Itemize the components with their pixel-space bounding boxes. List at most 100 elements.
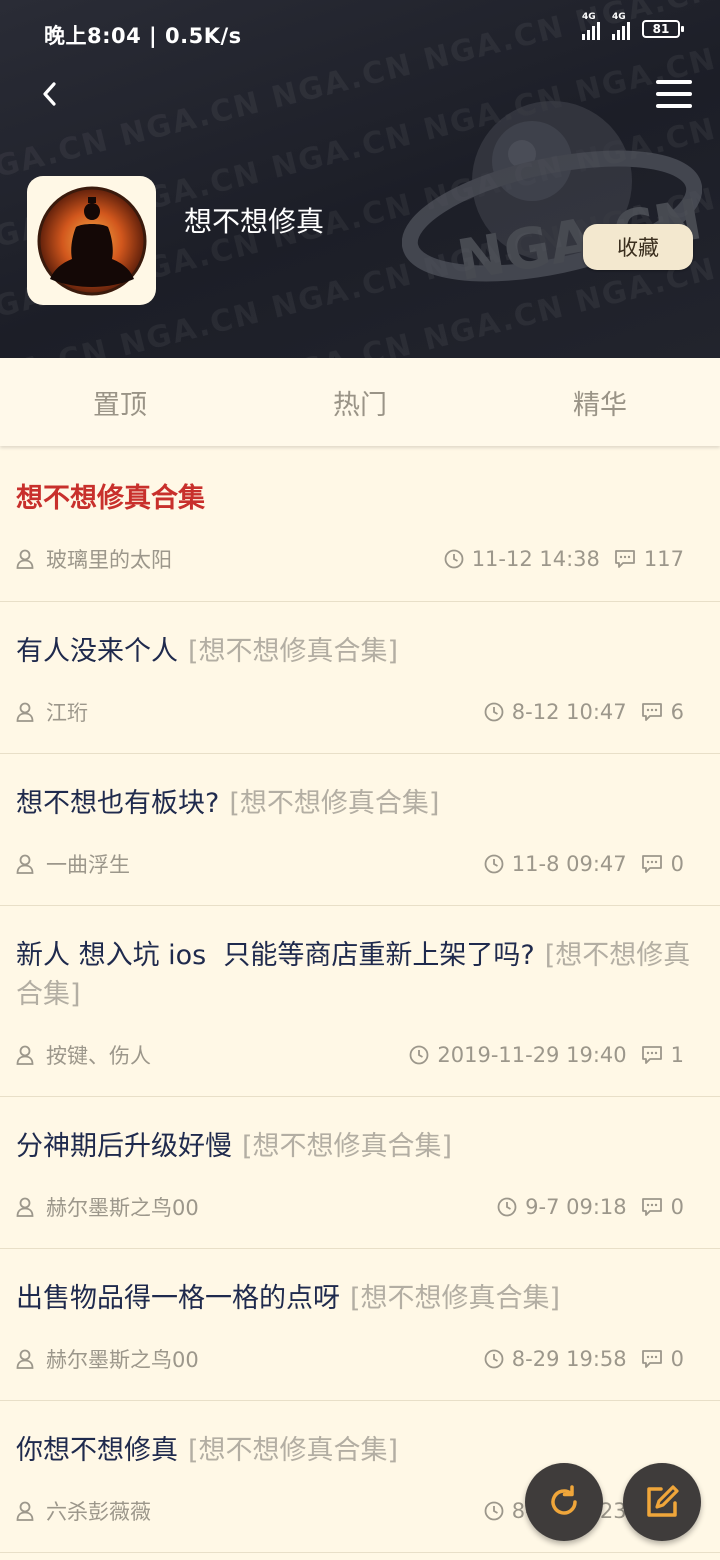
clock-icon — [484, 1349, 504, 1369]
post-title: 想不想也有板块? [想不想修真合集] — [16, 784, 692, 823]
post-meta: 江珩 8-12 10:47 6 — [16, 697, 684, 727]
post-meta: 玻璃里的太阳 11-12 14:38 117 — [16, 544, 684, 574]
signal-icon: 4G — [582, 12, 600, 40]
favorite-button[interactable]: 收藏 — [583, 224, 693, 270]
back-button[interactable] — [30, 74, 70, 114]
post-time: 8-12 10:47 — [511, 700, 627, 724]
clock-icon — [409, 1045, 429, 1065]
post-item[interactable]: 出售物品得一格一格的点呀 [想不想修真合集] 赫尔墨斯之鸟00 8-29 19:5… — [0, 1249, 720, 1401]
author-name: 六杀彭薇薇 — [46, 1500, 151, 1524]
post-category-tag: [想不想修真合集] — [242, 1131, 453, 1162]
network-speed: 0.5K/s — [165, 24, 242, 48]
post-stats: 11-12 14:38 117 — [444, 547, 684, 571]
menu-button[interactable] — [656, 74, 692, 114]
post-item[interactable]: 有人没来个人 [想不想修真合集] 江珩 8-12 10:47 6 — [0, 602, 720, 754]
post-item[interactable]: 新人 想入坑 ios 只能等商店重新上架了吗? [想不想修真合集] 按键、伤人 2… — [0, 906, 720, 1097]
post-category-tag: [想不想修真合集] — [188, 1435, 399, 1466]
nga-planet-logo: NGA.CN — [402, 101, 702, 294]
status-bar: 晚上8:04 | 0.5K/s 4G 4G 81 — [0, 0, 720, 66]
forum-header: NGA.CN NGA.CN NGA.CN NGA.CN NGA.CN NGA.C… — [0, 0, 720, 358]
reply-count: 117 — [643, 547, 684, 571]
post-time: 2019-11-29 19:40 — [437, 1043, 627, 1067]
post-title: 你想不想修真 [想不想修真合集] — [16, 1431, 692, 1470]
post-title-text: 想不想也有板块? — [16, 788, 220, 819]
post-title-text: 出售物品得一格一格的点呀 — [16, 1283, 340, 1314]
post-category-tag: [想不想修真合集] — [188, 636, 399, 667]
post-meta: 赫尔墨斯之鸟00 9-7 09:18 0 — [16, 1192, 684, 1222]
post-title-text: 有人没来个人 — [16, 636, 178, 667]
author-name: 赫尔墨斯之鸟00 — [46, 1348, 199, 1372]
tab-pinned[interactable]: 置顶 — [0, 358, 240, 446]
comment-icon — [641, 703, 662, 721]
author-name: 赫尔墨斯之鸟00 — [46, 1196, 199, 1220]
post-author: 一曲浮生 — [16, 849, 484, 879]
post-time: 11-12 14:38 — [471, 547, 600, 571]
comment-icon — [615, 550, 635, 568]
post-category-tag: [想不想修真合集] — [229, 788, 440, 819]
post-stats: 9-7 09:18 0 — [497, 1195, 684, 1219]
comment-icon — [641, 1350, 662, 1368]
post-item[interactable]: 你想不想修真[想不想修真合集] 六杀彭薇薇 8-25 21:23 0 — [0, 1401, 720, 1553]
post-stats: 8-12 10:47 6 — [484, 700, 684, 724]
user-icon — [16, 549, 34, 569]
meditating-figure-icon — [37, 186, 146, 295]
post-title-text: 你想不想修真 — [16, 1435, 178, 1466]
post-time: 8-29 19:58 — [511, 1347, 627, 1371]
post-item[interactable]: 想不想也有板块? [想不想修真合集] 一曲浮生 11-8 09:47 0 — [0, 754, 720, 906]
post-title: 出售物品得一格一格的点呀 [想不想修真合集] — [16, 1279, 692, 1318]
comment-icon — [641, 1198, 662, 1216]
post-author: 赫尔墨斯之鸟00 — [16, 1344, 484, 1374]
post-author: 按键、伤人 — [16, 1040, 409, 1070]
post-meta: 一曲浮生 11-8 09:47 0 — [16, 849, 684, 879]
refresh-icon — [551, 1485, 577, 1515]
network-type-label: 4G — [612, 12, 626, 22]
reply-count: 1 — [670, 1043, 684, 1067]
clock-icon — [497, 1197, 517, 1217]
battery-icon: 81 — [642, 20, 684, 38]
comment-icon — [641, 855, 662, 873]
post-meta: 赫尔墨斯之鸟00 8-29 19:58 0 — [16, 1344, 684, 1374]
reply-count: 6 — [670, 700, 684, 724]
post-title-text: 新人 想入坑 ios 只能等商店重新上架了吗? — [16, 940, 535, 971]
forum-title: 想不想修真 — [184, 205, 325, 238]
user-icon — [16, 1501, 34, 1521]
post-time: 9-7 09:18 — [525, 1195, 627, 1219]
refresh-button[interactable] — [525, 1463, 603, 1541]
signal-icon: 4G — [612, 12, 630, 40]
post-item[interactable]: 分神期后升级好慢 [想不想修真合集] 赫尔墨斯之鸟00 9-7 09:18 0 — [0, 1097, 720, 1249]
post-time: 11-8 09:47 — [511, 852, 627, 876]
user-icon — [16, 854, 34, 874]
post-author: 六杀彭薇薇 — [16, 1496, 484, 1526]
user-icon — [16, 702, 34, 722]
user-icon — [16, 1197, 34, 1217]
post-author: 赫尔墨斯之鸟00 — [16, 1192, 497, 1222]
user-icon — [16, 1349, 34, 1369]
forum-avatar — [27, 176, 156, 305]
comment-icon — [641, 1046, 662, 1064]
post-list: 想不想修真合集 玻璃里的太阳 11-12 14:38 117 有人没来个人 [想不… — [0, 449, 720, 1553]
tab-hot[interactable]: 热门 — [240, 358, 480, 446]
clock-icon — [484, 1501, 504, 1521]
clock-icon — [484, 854, 504, 874]
post-title-text: 分神期后升级好慢 — [16, 1131, 232, 1162]
author-name: 按键、伤人 — [46, 1044, 151, 1068]
post-stats: 11-8 09:47 0 — [484, 852, 684, 876]
menu-icon — [656, 92, 692, 96]
new-post-button[interactable] — [623, 1463, 701, 1541]
menu-icon — [656, 80, 692, 84]
status-icons: 4G 4G 81 — [582, 12, 684, 40]
post-stats: 2019-11-29 19:40 1 — [409, 1043, 684, 1067]
clock-icon — [444, 549, 464, 569]
author-name: 玻璃里的太阳 — [46, 548, 172, 572]
clock-icon — [484, 702, 504, 722]
tab-featured[interactable]: 精华 — [480, 358, 720, 446]
post-item[interactable]: 想不想修真合集 玻璃里的太阳 11-12 14:38 117 — [0, 449, 720, 602]
status-separator: | — [149, 24, 166, 48]
app-root: NGA.CN NGA.CN NGA.CN NGA.CN NGA.CN NGA.C… — [0, 0, 720, 1560]
post-title: 想不想修真合集 — [16, 479, 692, 518]
post-stats: 8-29 19:58 0 — [484, 1347, 684, 1371]
author-name: 江珩 — [46, 701, 88, 725]
post-category-tag: [想不想修真合集] — [350, 1283, 561, 1314]
post-meta: 按键、伤人 2019-11-29 19:40 1 — [16, 1040, 684, 1070]
user-icon — [16, 1045, 34, 1065]
